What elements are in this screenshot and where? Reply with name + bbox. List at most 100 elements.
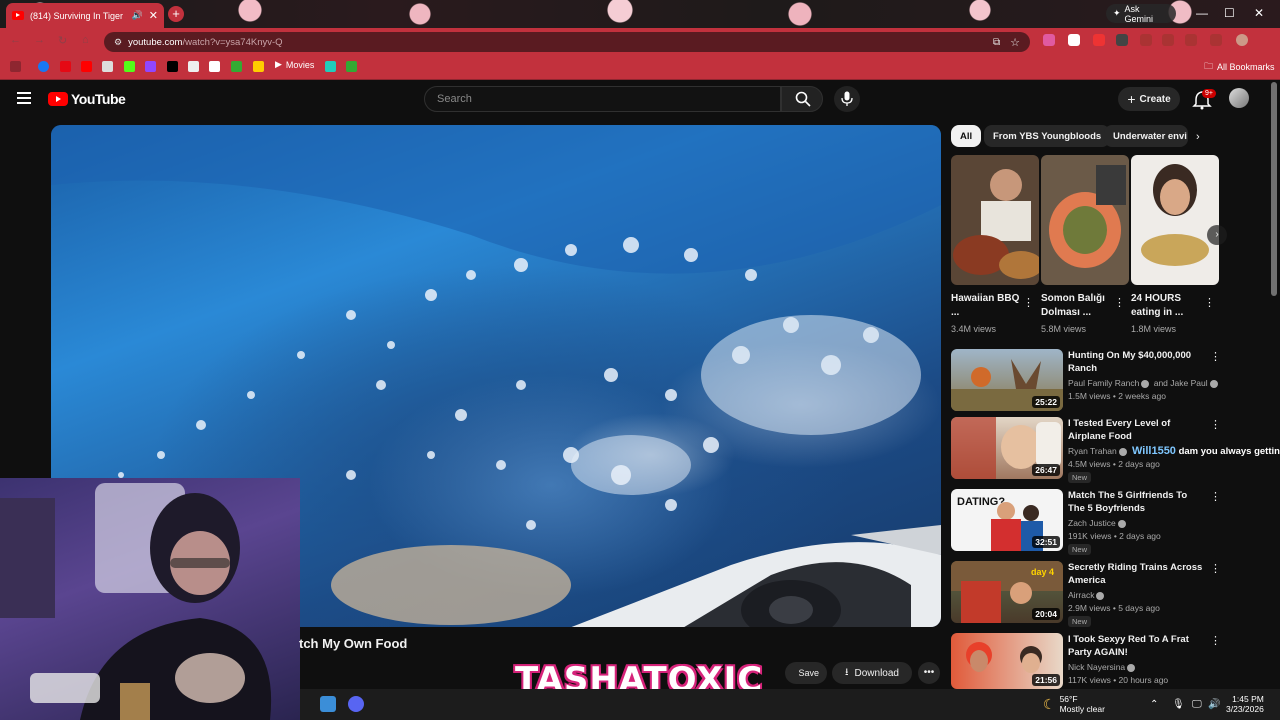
notepad-icon[interactable] [320,696,336,712]
create-button[interactable]: + Create [1118,87,1180,111]
bookmark-icon[interactable] [188,61,199,72]
forward-arrow-icon[interactable]: → [34,34,45,46]
rec-thumbnail[interactable]: 26:47 [951,417,1063,479]
extension-icon[interactable] [1185,34,1197,46]
site-info-icon[interactable]: ⚙ [114,37,122,48]
download-button[interactable]: ⭳ Download [832,662,912,684]
x-icon[interactable] [167,61,178,72]
more-vert-icon[interactable]: ⋮ [1210,350,1221,363]
youtube-icon[interactable] [81,61,92,72]
chip-from-ybs[interactable]: From YBS Youngbloods [984,125,1111,147]
back-arrow-icon[interactable]: ← [10,34,21,46]
page-scrollbar[interactable] [1271,82,1277,296]
more-vert-icon[interactable]: ⋮ [1023,296,1034,309]
kick-icon[interactable] [124,61,135,72]
extension-icon[interactable] [1093,34,1105,46]
tab-close-icon[interactable]: ✕ [149,9,158,22]
chevron-right-icon[interactable]: › [1207,225,1227,245]
chevron-right-icon[interactable]: › [1196,131,1200,143]
rec-thumbnail[interactable]: DATING? 32:51 [951,489,1063,551]
discord-icon[interactable] [348,696,364,712]
new-tab-button[interactable]: + [168,6,184,22]
reload-icon[interactable]: ↻ [58,34,67,47]
twitch-icon[interactable] [145,61,156,72]
account-avatar[interactable] [1229,88,1249,108]
bookmark-icon[interactable] [10,61,21,72]
more-actions-button[interactable]: ••• [918,662,940,684]
netflix-icon[interactable] [60,61,71,72]
close-window-button[interactable]: ✕ [1254,6,1264,20]
rec-title[interactable]: Secretly Riding Trains Across America [1068,561,1203,587]
rec-channel[interactable]: Airrack [1068,590,1106,600]
play-icon: ▶ [275,59,282,69]
extension-icon[interactable] [1140,34,1152,46]
home-icon[interactable]: ⌂ [82,34,89,46]
install-app-icon[interactable]: ⧉ [993,37,1000,48]
weather-widget[interactable]: ☾ 56°F Mostly clear [1043,694,1105,714]
minimize-button[interactable]: — [1196,6,1208,20]
bookmark-star-icon[interactable]: ☆ [1010,36,1020,49]
extension-icon[interactable] [1043,34,1055,46]
more-vert-icon[interactable]: ⋮ [1210,562,1221,575]
rec-title[interactable]: I Tested Every Level of Airplane Food [1068,417,1203,443]
more-vert-icon[interactable]: ⋮ [1114,296,1125,309]
bookmark-icon[interactable] [253,61,264,72]
channel-name: Ryan Trahan [1068,446,1117,456]
rec-channel[interactable]: Nick Nayersina [1068,662,1137,672]
more-vert-icon[interactable]: ⋮ [1204,296,1215,309]
bookmark-icon[interactable] [209,61,220,72]
ask-gemini-button[interactable]: ✦ Ask Gemini [1106,4,1176,24]
address-bar[interactable]: ⚙ youtube.com/watch?v=ysa74Knyv-Q ⧉ ☆ [104,32,1030,52]
extension-icon[interactable] [1162,34,1174,46]
short-title[interactable]: Somon Balığı Dolması ... [1041,292,1111,320]
youtube-logo[interactable]: YouTube [48,91,126,107]
extension-icon[interactable] [1068,34,1080,46]
facebook-icon[interactable] [38,61,49,72]
bookmark-movies-label: Movies [285,59,315,70]
rec-thumbnail[interactable]: 21:56 [951,633,1063,689]
search-button[interactable] [781,86,823,112]
chevron-up-icon[interactable]: ⌃ [1150,699,1158,710]
bookmark-icon[interactable] [231,61,242,72]
rec-channel[interactable]: Paul Family Ranch and Jake Paul [1068,378,1220,388]
search-input[interactable]: Search [424,86,781,112]
save-button[interactable]: Save [785,662,827,684]
rec-title[interactable]: Match The 5 Girlfriends To The 5 Boyfrie… [1068,489,1203,515]
menu-icon[interactable] [17,92,31,104]
youtube-favicon-icon [12,11,24,20]
profile-avatar[interactable] [1236,34,1248,46]
chip-all[interactable]: All [951,125,982,147]
extension-icon[interactable] [1116,34,1128,46]
voice-search-button[interactable] [834,86,860,112]
short-title[interactable]: 24 HOURS eating in ... [1131,292,1201,320]
browser-tab-active[interactable]: (814) Surviving In Tiger Sha 🔊 ✕ [6,3,164,28]
volume-icon[interactable]: 🔊 [1208,699,1220,710]
rec-title[interactable]: I Took Sexyy Red To A Frat Party AGAIN! [1068,633,1203,659]
network-icon[interactable]: 🖵 [1192,699,1202,710]
weather-moon-icon: ☾ [1043,696,1056,712]
bookmark-icon[interactable] [325,61,336,72]
bookmark-icon[interactable] [346,61,357,72]
all-bookmarks[interactable]: 🗀 All Bookmarks [1204,59,1275,75]
chip-underwater[interactable]: Underwater envi [1104,125,1188,147]
short-thumbnail[interactable] [1131,155,1219,285]
verified-icon [1127,663,1136,672]
short-thumbnail[interactable] [1041,155,1129,285]
rec-channel[interactable]: Zach Justice [1068,518,1128,528]
extension-icon[interactable] [1210,34,1222,46]
more-vert-icon[interactable]: ⋮ [1210,634,1221,647]
rec-thumbnail[interactable]: day 4 20:04 [951,561,1063,623]
short-thumbnail[interactable] [951,155,1039,285]
instagram-icon[interactable] [102,61,113,72]
audio-icon[interactable]: 🔊 [132,10,143,21]
system-clock[interactable]: 1:45 PM 3/23/2026 [1226,694,1264,714]
more-vert-icon[interactable]: ⋮ [1210,418,1221,431]
more-vert-icon[interactable]: ⋮ [1210,490,1221,503]
maximize-button[interactable]: ☐ [1224,6,1235,20]
rec-channel[interactable]: Ryan Trahan [1068,446,1129,456]
microphone-icon[interactable]: 🎙 [1172,699,1185,710]
rec-title[interactable]: Hunting On My $40,000,000 Ranch [1068,349,1203,375]
bookmark-movies[interactable]: ▶ Movies [275,59,314,70]
rec-thumbnail[interactable]: 25:22 [951,349,1063,411]
short-title[interactable]: Hawaiian BBQ ... [951,292,1021,320]
